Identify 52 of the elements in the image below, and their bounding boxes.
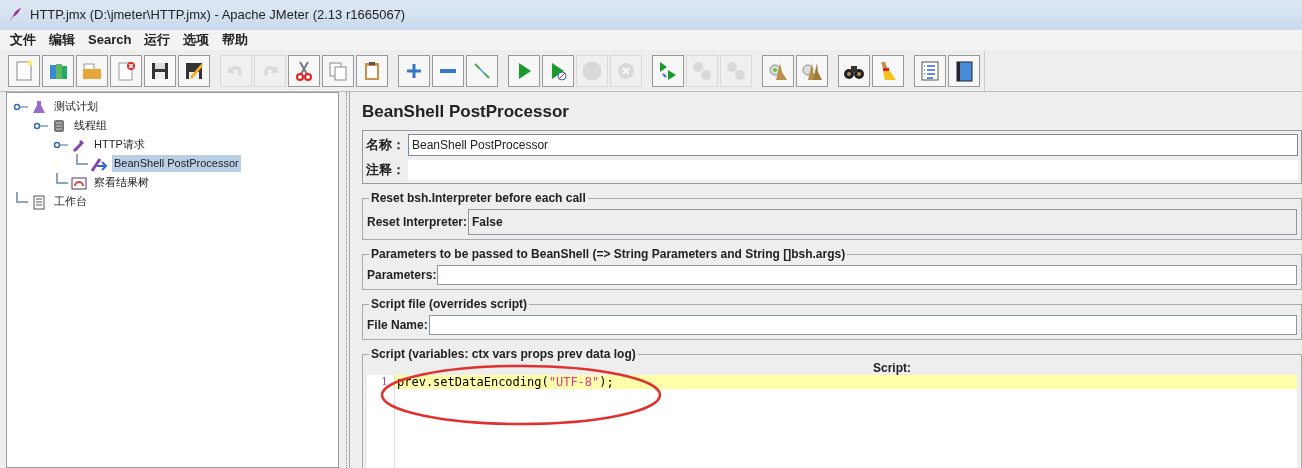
toolbar-button[interactable] [948, 54, 980, 87]
group-title: Parameters to be passed to BeanShell (=> String Parameters and String []bsh.args) [369, 246, 848, 262]
panel-title: BeanShell PostProcessor [362, 101, 570, 124]
tree-line-icon [16, 191, 28, 203]
code-text: prev.setDataEncoding("UTF-8"); [397, 375, 614, 389]
close-file-icon [115, 59, 137, 82]
menu-item[interactable]: 选项 [183, 30, 210, 50]
tree-item[interactable]: BeanShell PostProcessor [112, 155, 241, 172]
copy-icon [327, 59, 349, 82]
menu-item[interactable]: 文件 [10, 30, 36, 50]
gauge-icon [71, 174, 87, 191]
toolbar-button[interactable] [144, 54, 176, 87]
minus-icon [440, 68, 456, 73]
help-book-icon [953, 59, 975, 82]
page-icon [13, 59, 35, 82]
flask-icon [31, 98, 47, 115]
line-number: 1 [380, 375, 389, 389]
tree-line-icon [56, 172, 68, 184]
interpreter-dropdown[interactable]: False [468, 209, 1297, 235]
expand-handle-icon[interactable] [53, 139, 69, 150]
script-editor[interactable]: 1 prev.setDataEncoding("UTF-8"); [367, 375, 1297, 468]
list-icon [919, 59, 941, 82]
menu-item[interactable]: 帮助 [222, 30, 249, 50]
field-label: Reset Interpreter: [367, 214, 468, 231]
scissors-icon [293, 59, 315, 82]
tree-item[interactable]: 工作台 [52, 193, 89, 210]
tree-item[interactable]: 测试计划 [52, 98, 100, 115]
expand-handle-icon[interactable] [13, 101, 29, 112]
menu-item[interactable]: 编辑 [49, 30, 75, 50]
menu-item[interactable]: 运行 [144, 30, 171, 50]
toolbar-button[interactable] [838, 54, 870, 87]
toolbar-button[interactable] [178, 54, 210, 87]
expand-handle-icon[interactable] [33, 120, 49, 131]
field-label: Parameters: [367, 267, 437, 284]
script-header: Script: [872, 360, 912, 375]
field-label: 注释： [366, 161, 406, 180]
tree-item[interactable]: HTTP请求 [92, 136, 147, 153]
group-title: Script (variables: ctx vars props prev data log) [369, 346, 638, 362]
window-title: HTTP.jmx (D:\jmeter\HTTP.jmx) - Apache JMeter (2.13 r1665067) [30, 6, 406, 25]
name-field[interactable]: BeanShell PostProcessor [408, 134, 1298, 156]
tree-item[interactable]: 察看结果树 [92, 174, 151, 191]
field-label: File Name: [367, 317, 428, 334]
tree-item[interactable]: 线程组 [72, 117, 109, 134]
group-title: Reset bsh.Interpreter before each call [369, 190, 588, 206]
file-name-field[interactable] [428, 315, 1297, 335]
tree-line-icon [76, 153, 88, 165]
field-label: 名称： [366, 136, 406, 155]
spool-icon [51, 117, 67, 134]
group-title: Script file (overrides script) [369, 296, 530, 312]
menu-item[interactable]: Search [88, 30, 132, 50]
parameters-field[interactable] [437, 265, 1297, 285]
clipboard-icon [31, 193, 47, 210]
